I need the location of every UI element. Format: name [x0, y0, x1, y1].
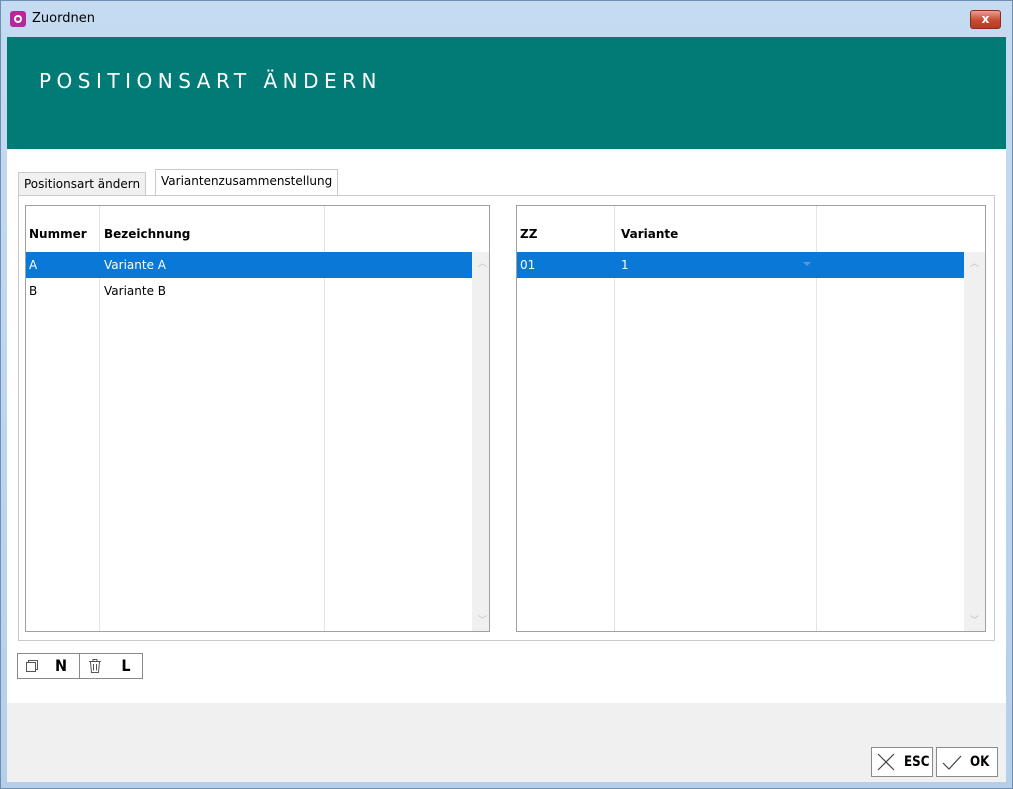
cell-nummer: B	[29, 284, 38, 298]
cell-bezeichnung: Variante B	[104, 284, 166, 298]
title-bar[interactable]: Zuordnen x	[1, 1, 1012, 37]
dropdown-arrow-icon[interactable]	[803, 262, 811, 266]
dialog-window: Zuordnen x POSITIONSART ÄNDERN Positions…	[0, 0, 1013, 789]
esc-label: ESC	[904, 754, 930, 770]
scroll-up-icon[interactable]: ︿	[472, 256, 489, 272]
scroll-down-icon[interactable]: ﹀	[472, 613, 489, 629]
table-row[interactable]: A Variante A	[26, 252, 472, 278]
column-header-variante[interactable]: Variante	[621, 227, 678, 241]
new-button[interactable]: N	[48, 654, 74, 678]
varianten-grid: Nummer Bezeichnung A Variante A B Varian…	[25, 205, 490, 632]
cell-bezeichnung: Variante A	[104, 258, 166, 272]
esc-button[interactable]: ESC	[871, 747, 933, 777]
column-header-zz[interactable]: ZZ	[520, 227, 537, 241]
banner-title: POSITIONSART ÄNDERN	[39, 69, 383, 93]
window-title: Zuordnen	[32, 11, 95, 26]
cell-nummer: A	[29, 258, 38, 272]
grid-header: ZZ Variante	[517, 206, 985, 252]
column-header-bezeichnung[interactable]: Bezeichnung	[104, 227, 190, 241]
tab-panel: Nummer Bezeichnung A Variante A B Varian…	[18, 195, 995, 641]
grid-toolbar: N L	[17, 653, 143, 679]
cell-zz: 01	[520, 258, 536, 272]
tab-variantenzusammenstellung[interactable]: Variantenzusammenstellung	[155, 169, 339, 195]
column-header-nummer[interactable]: Nummer	[29, 227, 87, 241]
checkmark-icon	[942, 755, 962, 770]
vertical-scrollbar[interactable]: ︿ ﹀	[472, 252, 489, 631]
new-icon[interactable]	[18, 654, 46, 678]
close-button[interactable]: x	[970, 10, 1001, 29]
trash-icon[interactable]	[82, 654, 108, 678]
header-banner: POSITIONSART ÄNDERN	[7, 37, 1006, 149]
ok-button[interactable]: OK	[936, 747, 998, 777]
ok-label: OK	[970, 754, 990, 770]
scroll-down-icon[interactable]: ﹀	[964, 613, 985, 629]
grid-header: Nummer Bezeichnung	[26, 206, 489, 252]
app-icon	[10, 11, 26, 27]
cancel-icon	[877, 753, 895, 771]
zuordnung-grid: ZZ Variante 01 1 ︿ ﹀	[516, 205, 986, 632]
cell-variante[interactable]: 1	[621, 258, 629, 272]
tab-positionsart-aendern[interactable]: Positionsart ändern	[18, 172, 147, 195]
delete-button[interactable]: L	[112, 654, 140, 678]
client-area: POSITIONSART ÄNDERN Positionsart ändern …	[7, 37, 1006, 782]
table-row[interactable]: B Variante B	[26, 278, 472, 304]
vertical-scrollbar[interactable]: ︿ ﹀	[964, 252, 985, 631]
table-row[interactable]: 01 1	[517, 252, 964, 278]
scroll-up-icon[interactable]: ︿	[964, 256, 985, 272]
